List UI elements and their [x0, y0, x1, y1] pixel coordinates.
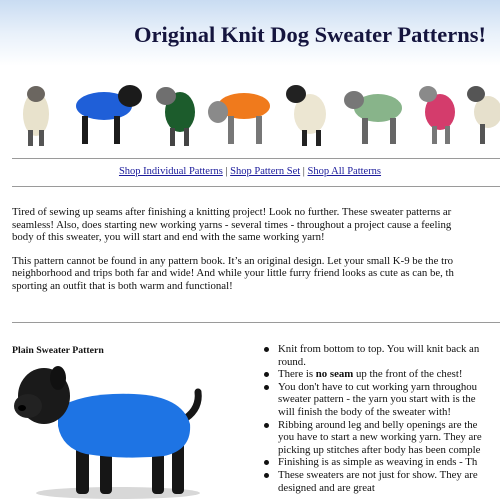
text-line: body of this sweater, you will start and… — [12, 231, 325, 244]
plain-sweater-dog-photo — [14, 366, 202, 499]
dog-photo — [286, 85, 326, 146]
text-line: Finishing is as simple as weaving in end… — [278, 456, 478, 469]
nav-separator: | — [225, 166, 228, 177]
dog-photo — [23, 86, 49, 146]
intro-paragraph: This pattern cannot be found in any patt… — [12, 255, 500, 293]
text-fragment: up the front of the chest! — [353, 368, 463, 381]
text-line: will finish the body of the sweater with… — [278, 405, 452, 418]
list-item: Ribbing around leg and belly openings ar… — [264, 419, 500, 457]
shop-nav: Shop Individual Patterns | Shop Pattern … — [0, 166, 500, 177]
dog-photo — [344, 91, 402, 144]
text-line: Ribbing around leg and belly openings ar… — [278, 418, 478, 431]
text-line: picking up stitches after body has been … — [278, 443, 481, 456]
list-item: Finishing is as simple as weaving in end… — [264, 456, 500, 469]
list-item: These sweaters are not just for show. Th… — [264, 469, 500, 494]
intro-paragraph: Tired of sewing up seams after finishing… — [12, 206, 500, 244]
divider — [12, 186, 500, 187]
text-line: These sweaters are not just for show. Th… — [278, 468, 478, 481]
shop-pattern-set-link[interactable]: Shop Pattern Set — [230, 166, 300, 177]
dog-photo — [156, 87, 195, 146]
dog-photo — [419, 86, 455, 144]
text-fragment: There is — [278, 368, 316, 381]
text-line: Tired of sewing up seams after finishing… — [12, 206, 452, 218]
dog-photo — [467, 86, 500, 144]
text-line: Knit from bottom to top. You will knit b… — [278, 343, 480, 355]
list-item: Knit from bottom to top. You will knit b… — [264, 343, 500, 368]
intro-text: Tired of sewing up seams after finishing… — [12, 206, 500, 304]
nav-separator: | — [302, 166, 305, 177]
dog-photo — [76, 85, 142, 144]
list-item: You don't have to cut working yarn throu… — [264, 381, 500, 419]
shop-individual-patterns-link[interactable]: Shop Individual Patterns — [119, 166, 223, 177]
text-line: sweater pattern - the yarn you start wit… — [278, 393, 476, 406]
section-title: Plain Sweater Pattern — [12, 345, 104, 356]
text-line: sporting an outfit that is both warm and… — [12, 279, 233, 292]
sweater — [58, 393, 191, 458]
page-title: Original Knit Dog Sweater Patterns! — [134, 22, 487, 47]
list-item: There is no seam up the front of the che… — [264, 368, 500, 381]
text-line: designed and are great — [278, 481, 375, 494]
text-line: You don't have to cut working yarn throu… — [278, 380, 478, 393]
header-banner: Original Knit Dog Sweater Patterns! — [0, 0, 500, 158]
feature-list: Knit from bottom to top. You will knit b… — [264, 343, 500, 494]
text-line: seamless! Also, does starting new workin… — [12, 218, 452, 231]
shop-all-patterns-link[interactable]: Shop All Patterns — [308, 166, 382, 177]
text-line: This pattern cannot be found in any patt… — [12, 254, 454, 267]
divider — [12, 322, 500, 323]
text-line: round. — [278, 355, 306, 368]
dog-photo — [208, 93, 270, 144]
divider — [12, 158, 500, 159]
text-line: neighborhood and trips both far and wide… — [12, 267, 454, 280]
dog-photo-strip — [0, 78, 500, 152]
text-line: you have to start a new working yarn. Th… — [278, 431, 482, 444]
emphasis-text: no seam — [315, 368, 354, 381]
